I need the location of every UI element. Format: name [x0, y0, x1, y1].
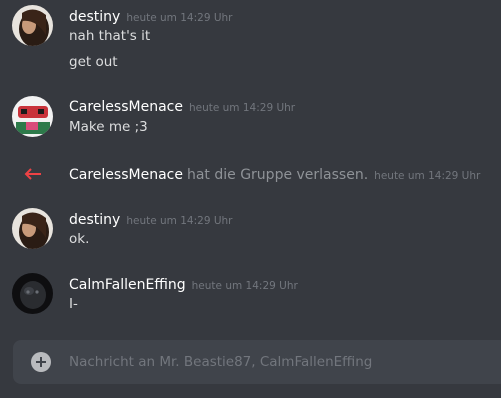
message-text: ok. — [69, 231, 90, 247]
avatar[interactable] — [12, 5, 53, 46]
message-text: get out — [69, 54, 118, 70]
author-name[interactable]: CalmFallenEffing — [69, 277, 186, 293]
message-text: I- — [69, 296, 78, 312]
timestamp: heute um 14:29 Uhr — [374, 170, 481, 182]
timestamp: heute um 14:29 Uhr — [126, 12, 233, 24]
system-action-text: hat die Gruppe verlassen. — [186, 167, 369, 183]
message-header: CarelessMenace heute um 14:29 Uhr — [69, 96, 295, 116]
system-message: CarelessMenace hat die Gruppe verlassen. h… — [0, 160, 501, 186]
message-group: destiny heute um 14:29 Uhr nah that's it … — [0, 0, 501, 80]
message-text: nah that's it — [69, 28, 151, 44]
plus-circle-icon[interactable] — [31, 352, 51, 372]
message-list: destiny heute um 14:29 Uhr nah that's it … — [0, 0, 501, 340]
message-composer — [13, 340, 501, 384]
avatar[interactable] — [12, 96, 53, 137]
timestamp: heute um 14:29 Uhr — [188, 102, 296, 114]
message-group: CarelessMenace heute um 14:29 Uhr Make me… — [0, 90, 501, 140]
message-input[interactable] — [69, 340, 499, 384]
message-header: CalmFallenEffing heute um 14:29 Uhr — [69, 274, 298, 294]
system-message-line: CarelessMenace hat die Gruppe verlassen. h… — [69, 164, 480, 183]
author-name[interactable]: destiny — [69, 212, 120, 228]
avatar[interactable] — [12, 273, 53, 314]
author-name[interactable]: CarelessMenace — [69, 99, 183, 115]
message-group: destiny heute um 14:29 Uhr ok. — [0, 203, 501, 253]
timestamp: heute um 14:29 Uhr — [191, 280, 298, 292]
author-name[interactable]: CarelessMenace — [69, 167, 183, 183]
message-group: CalmFallenEffing heute um 14:29 Uhr I- — [0, 268, 501, 318]
avatar[interactable] — [12, 208, 53, 249]
message-header: destiny heute um 14:29 Uhr — [69, 6, 233, 26]
timestamp: heute um 14:29 Uhr — [126, 215, 233, 227]
arrow-left-icon — [24, 168, 41, 180]
author-name[interactable]: destiny — [69, 9, 120, 25]
message-header: destiny heute um 14:29 Uhr — [69, 209, 233, 229]
message-text: Make me ;3 — [69, 119, 148, 135]
